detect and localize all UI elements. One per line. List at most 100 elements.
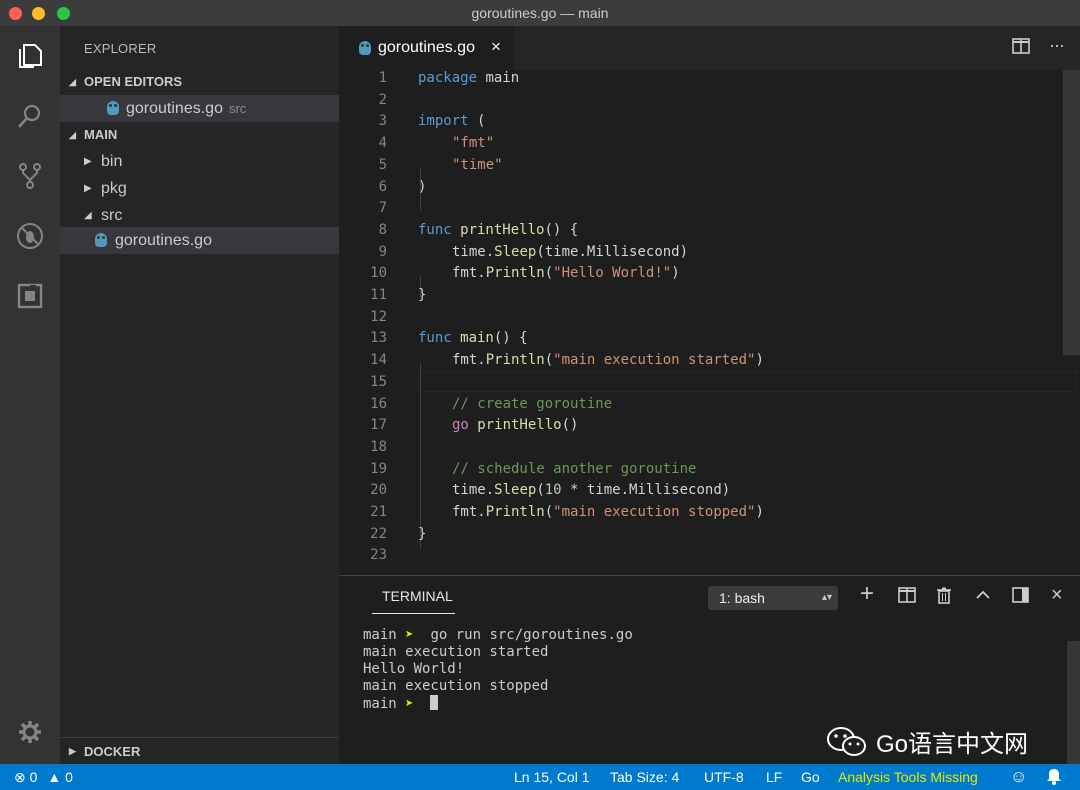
- new-terminal-button[interactable]: +: [860, 582, 874, 606]
- open-editor-item[interactable]: goroutines.go src: [60, 95, 339, 122]
- chevron-down-icon: ◢: [84, 210, 92, 221]
- code-line: func main() {: [418, 328, 528, 350]
- function-name: Println: [485, 504, 545, 520]
- source-control-icon[interactable]: [14, 160, 46, 192]
- terminal-scrollbar[interactable]: [1067, 641, 1080, 765]
- code-text: (: [468, 113, 486, 130]
- line-number: 23: [370, 547, 387, 564]
- language-mode[interactable]: Go: [801, 769, 820, 785]
- warning-icon: ▲: [47, 769, 62, 785]
- close-panel-icon[interactable]: ×: [1051, 585, 1063, 605]
- split-editor-icon[interactable]: [1012, 38, 1030, 59]
- end-of-line[interactable]: LF: [766, 769, 782, 785]
- wechat-logo-icon: [827, 726, 866, 756]
- open-editor-dir: src: [228, 101, 247, 116]
- code-text: (): [561, 417, 579, 434]
- select-arrows-icon: ▴▾: [821, 592, 832, 603]
- line-number: 18: [370, 438, 387, 455]
- explorer-icon[interactable]: [14, 40, 46, 72]
- encoding[interactable]: UTF-8: [704, 769, 744, 785]
- code-line: import (: [418, 111, 485, 133]
- code-line: go printHello(): [452, 415, 578, 437]
- analysis-tools-status[interactable]: Analysis Tools Missing: [838, 769, 978, 785]
- tree-item-goroutines-go[interactable]: goroutines.go: [60, 227, 339, 254]
- line-number: 3: [378, 113, 387, 130]
- code-text: * time.Millisecond): [561, 482, 731, 499]
- tree-item-pkg[interactable]: ▶ pkg: [60, 175, 339, 202]
- docker-section[interactable]: ▶ DOCKER: [60, 737, 339, 764]
- keyword: func: [418, 330, 452, 347]
- terminal-select[interactable]: 1: bash ▴▾: [708, 586, 838, 610]
- terminal-line: main execution stopped: [363, 678, 549, 694]
- window-title: goroutines.go — main: [471, 5, 609, 21]
- tab-size[interactable]: Tab Size: 4: [610, 769, 679, 785]
- line-number: 10: [370, 265, 387, 282]
- chevron-right-icon: ▶: [69, 746, 76, 756]
- terminal-line: main ➤: [363, 695, 633, 712]
- string: "main execution stopped": [553, 504, 756, 520]
- go-file-icon: [107, 101, 119, 115]
- code-text: (: [536, 482, 545, 499]
- prompt-arrow-icon: ➤: [405, 696, 414, 712]
- terminal-output[interactable]: main ➤ go run src/goroutines.go main exe…: [363, 627, 633, 712]
- tree-item-src[interactable]: ◢ src: [60, 202, 339, 229]
- go-file-icon: [95, 233, 107, 247]
- code-line: package main: [418, 68, 519, 90]
- chevron-down-icon: ◢: [69, 130, 76, 140]
- explorer-header: EXPLORER: [84, 41, 157, 56]
- prompt-dir: main: [363, 696, 397, 712]
- code-text: (: [544, 265, 554, 282]
- editor-tab-goroutines-go[interactable]: goroutines.go ×: [339, 26, 514, 70]
- search-icon[interactable]: [14, 100, 46, 132]
- line-number: 9: [378, 243, 387, 260]
- open-editors-label: OPEN EDITORS: [84, 74, 183, 89]
- function-name: Sleep: [494, 243, 537, 260]
- function-name: printHello: [451, 221, 545, 238]
- line-number: 17: [370, 417, 387, 434]
- code-text: time.: [452, 243, 495, 260]
- trash-icon[interactable]: [937, 587, 951, 608]
- prompt-arrow-icon: ➤: [405, 627, 414, 643]
- split-terminal-icon[interactable]: [898, 587, 916, 607]
- line-number: 22: [370, 525, 387, 542]
- tab-terminal[interactable]: TERMINAL: [382, 588, 453, 604]
- code-text: fmt.: [452, 352, 486, 369]
- prompt-dir: main: [363, 627, 397, 643]
- line-number: 19: [370, 460, 387, 477]
- chevron-up-icon[interactable]: [975, 587, 991, 607]
- cursor-position[interactable]: Ln 15, Col 1: [514, 769, 590, 785]
- function-name: Sleep: [494, 482, 537, 499]
- toggle-panel-layout-icon[interactable]: [1012, 587, 1029, 607]
- activity-bar: [0, 26, 60, 764]
- main-folder-section[interactable]: ◢ MAIN: [60, 122, 339, 148]
- tree-item-bin[interactable]: ▶ bin: [60, 148, 339, 175]
- open-editors-section[interactable]: ◢ OPEN EDITORS: [60, 69, 339, 95]
- code-text: () {: [544, 221, 579, 238]
- tab-close-icon[interactable]: ×: [491, 37, 501, 57]
- line-number: 7: [378, 200, 387, 217]
- code-line: }: [418, 525, 427, 542]
- keyword: go: [452, 417, 469, 434]
- editor-scrollbar[interactable]: [1063, 70, 1080, 355]
- function-name: Println: [485, 265, 545, 282]
- chevron-down-icon: ◢: [69, 77, 76, 87]
- code-line: "time": [452, 155, 503, 177]
- code-text: main: [477, 70, 520, 86]
- extensions-icon[interactable]: [14, 280, 46, 312]
- feedback-smiley-icon[interactable]: ☺: [1010, 767, 1027, 787]
- open-editor-filename: goroutines.go: [126, 100, 223, 117]
- open-editor-item-text: goroutines.go src: [126, 95, 246, 122]
- terminal-command: go run src/goroutines.go: [430, 627, 633, 643]
- notifications-bell-icon[interactable]: [1046, 768, 1062, 788]
- code-text: fmt.: [452, 504, 486, 520]
- tree-item-label: bin: [101, 153, 123, 170]
- problems-status[interactable]: ⊗ 0 ▲ 0: [14, 769, 73, 786]
- settings-gear-icon[interactable]: [14, 716, 46, 748]
- code-line: fmt.Println("main execution started"): [452, 350, 764, 372]
- debug-icon[interactable]: [14, 220, 46, 252]
- terminal-select-value: 1: bash: [719, 590, 765, 606]
- tree-item-label: src: [101, 207, 123, 224]
- watermark: Go语言中文网: [826, 724, 1028, 759]
- code-line: time.Sleep(10 * time.Millisecond): [452, 480, 730, 502]
- more-actions-icon[interactable]: ···: [1049, 35, 1065, 56]
